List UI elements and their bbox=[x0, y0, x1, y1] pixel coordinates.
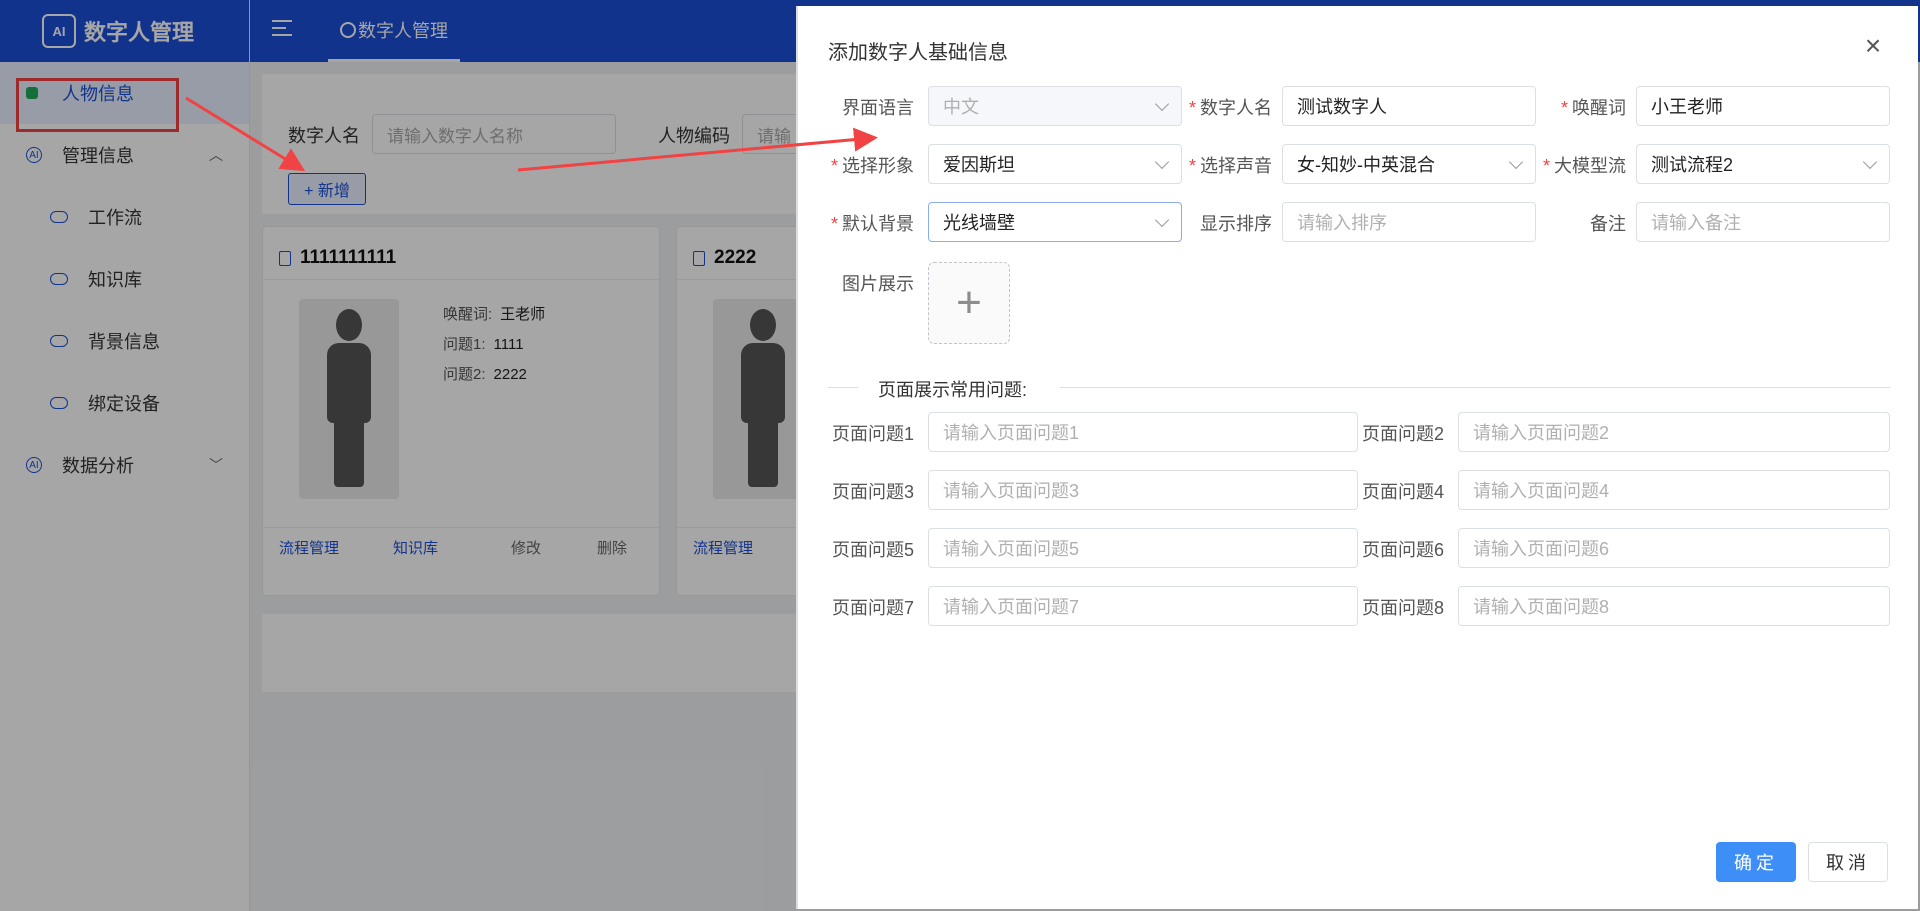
chevron-down-icon bbox=[1862, 154, 1878, 170]
question6-input[interactable]: 请输入页面问题6 bbox=[1458, 528, 1890, 568]
question7-input[interactable]: 请输入页面问题7 bbox=[928, 586, 1358, 626]
voice-label: * 选择声音 bbox=[1188, 156, 1272, 176]
cancel-button[interactable]: 取消 bbox=[1808, 842, 1888, 882]
name-input[interactable]: 测试数字人 bbox=[1282, 86, 1536, 126]
chevron-down-icon bbox=[1508, 154, 1524, 170]
ui-language-label: 界面语言 bbox=[842, 98, 914, 118]
image-upload-button[interactable]: + bbox=[928, 262, 1010, 344]
voice-value: 女-知妙-中英混合 bbox=[1297, 155, 1435, 175]
question2-input[interactable]: 请输入页面问题2 bbox=[1458, 412, 1890, 452]
question7-label: 页面问题7 bbox=[831, 598, 914, 618]
question1-input[interactable]: 请输入页面问题1 bbox=[928, 412, 1358, 452]
question8-input[interactable]: 请输入页面问题8 bbox=[1458, 586, 1890, 626]
question3-label: 页面问题3 bbox=[831, 482, 914, 502]
question5-input[interactable]: 请输入页面问题5 bbox=[928, 528, 1358, 568]
background-label: * 默认背景 bbox=[830, 214, 914, 234]
llm-flow-label: * 大模型流 bbox=[1542, 156, 1626, 176]
voice-select[interactable]: 女-知妙-中英混合 bbox=[1282, 144, 1536, 184]
background-value: 光线墙壁 bbox=[943, 213, 1015, 233]
plus-icon: + bbox=[956, 278, 982, 327]
figure-select[interactable]: 爱因斯坦 bbox=[928, 144, 1182, 184]
chevron-down-icon bbox=[1154, 96, 1170, 112]
figure-label: * 选择形象 bbox=[830, 156, 914, 176]
wake-word-input[interactable]: 小王老师 bbox=[1636, 86, 1890, 126]
sort-input[interactable]: 请输入排序 bbox=[1282, 202, 1536, 242]
question4-input[interactable]: 请输入页面问题4 bbox=[1458, 470, 1890, 510]
question2-label: 页面问题2 bbox=[1361, 424, 1444, 444]
chevron-down-icon bbox=[1154, 154, 1170, 170]
background-select[interactable]: 光线墙壁 bbox=[928, 202, 1182, 242]
question8-label: 页面问题8 bbox=[1361, 598, 1444, 618]
section-divider-left bbox=[828, 387, 858, 388]
close-icon[interactable]: × bbox=[1862, 32, 1884, 60]
llm-flow-select[interactable]: 测试流程2 bbox=[1636, 144, 1890, 184]
section-divider-right bbox=[1060, 387, 1890, 388]
llm-flow-value: 测试流程2 bbox=[1651, 155, 1734, 175]
figure-value: 爱因斯坦 bbox=[943, 155, 1015, 175]
image-label: 图片展示 bbox=[842, 274, 914, 294]
questions-section-title: 页面展示常用问题: bbox=[878, 380, 1028, 400]
confirm-button[interactable]: 确定 bbox=[1716, 842, 1796, 882]
add-digital-human-dialog: 添加数字人基础信息 × 界面语言 中文 * 数字人名 测试数字人 * 唤醒词 小王老… bbox=[796, 6, 1918, 909]
question6-label: 页面问题6 bbox=[1361, 540, 1444, 560]
question5-label: 页面问题5 bbox=[831, 540, 914, 560]
dialog-title: 添加数字人基础信息 bbox=[828, 42, 1008, 64]
question4-label: 页面问题4 bbox=[1361, 482, 1444, 502]
wake-word-label: * 唤醒词 bbox=[1560, 98, 1626, 118]
ui-language-value: 中文 bbox=[943, 97, 979, 117]
sort-label: 显示排序 bbox=[1200, 214, 1272, 234]
name-label: * 数字人名 bbox=[1188, 98, 1272, 118]
question1-label: 页面问题1 bbox=[831, 424, 914, 444]
remark-input[interactable]: 请输入备注 bbox=[1636, 202, 1890, 242]
remark-label: 备注 bbox=[1590, 214, 1626, 234]
chevron-down-icon bbox=[1154, 212, 1170, 228]
ui-language-select: 中文 bbox=[928, 86, 1182, 126]
question3-input[interactable]: 请输入页面问题3 bbox=[928, 470, 1358, 510]
